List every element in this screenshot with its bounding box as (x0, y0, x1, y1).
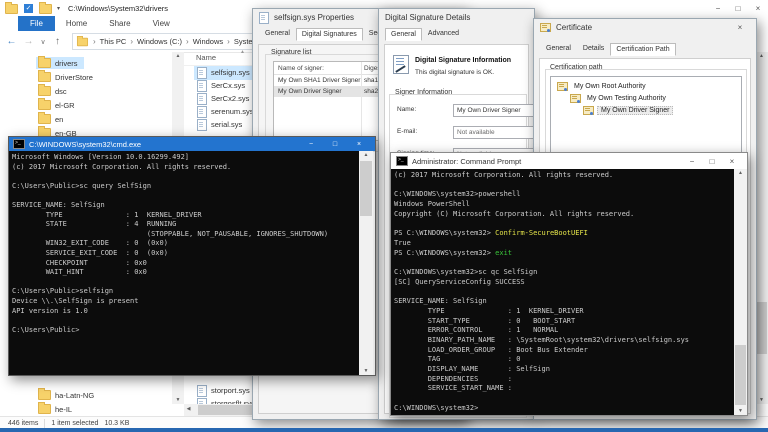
admin-cmd-titlebar[interactable]: Administrator: Command Prompt − □ × (391, 153, 747, 170)
signature-details-tabs: GeneralAdvanced (379, 26, 534, 40)
properties-tab[interactable]: General (259, 27, 296, 40)
breadcrumb-segment[interactable]: Windows (182, 37, 223, 46)
cert-tree-item[interactable]: My Own Root Authority (551, 80, 741, 92)
tree-folder-item[interactable]: drivers (0, 56, 172, 70)
ribbon-tab[interactable]: View (142, 19, 181, 28)
admin-minimize-button[interactable]: − (682, 157, 702, 166)
explorer-close-button[interactable]: × (748, 4, 768, 13)
admin-cmd-title: Administrator: Command Prompt (412, 157, 521, 166)
ribbon-tab[interactable]: Share (98, 19, 141, 28)
admin-cmd-window: Administrator: Command Prompt − □ × (c) … (390, 152, 748, 416)
certificate-title: Certificate (556, 23, 592, 32)
desktop: ▾ C:\Windows\System32\drivers − □ × File… (0, 0, 768, 432)
cert-tree-items: My Own Root Authority My Own Testing Aut… (551, 77, 741, 116)
certificate-tab[interactable]: General (540, 42, 577, 55)
signature-icon (393, 55, 409, 74)
cmd-maximize-button[interactable]: □ (323, 141, 347, 148)
properties-dialog-title: selfsign.sys Properties (274, 13, 354, 22)
certificate-icon (570, 94, 581, 103)
admin-maximize-button[interactable]: □ (702, 157, 722, 166)
tree-folder-item[interactable]: el-GR (0, 98, 172, 112)
cmd-window-title: C:\WINDOWS\system32\cmd.exe (29, 140, 141, 149)
quick-access-folder-icon[interactable] (39, 4, 52, 14)
powershell-command: Confirm-SecureBootUEFI (495, 229, 588, 237)
folder-icon (38, 114, 51, 124)
sort-asc-icon: ▲ (240, 49, 245, 55)
folder-tree-upper: drivers DriverStore dsc el-GR en en-GB (0, 56, 172, 140)
certificate-tab[interactable]: Certification Path (610, 43, 675, 56)
cert-tree-item[interactable]: My Own Driver Signer (551, 104, 741, 116)
system-file-icon (197, 67, 207, 79)
breadcrumb-segment[interactable]: This PC (89, 37, 126, 46)
ribbon-tabs: HomeShareView (55, 19, 181, 28)
certificate-titlebar[interactable]: Certificate × (534, 19, 756, 36)
cmd-icon (13, 139, 25, 149)
admin-close-button[interactable]: × (722, 157, 742, 166)
signature-details-tab[interactable]: Advanced (422, 27, 465, 40)
explorer-app-icon (5, 4, 18, 14)
cmd-console[interactable]: Microsoft Windows [Version 10.0.16299.49… (9, 151, 359, 375)
cmd-window: C:\WINDOWS\system32\cmd.exe − □ × Micros… (8, 136, 376, 376)
cmd-icon (396, 156, 408, 166)
tree-folder-item[interactable]: DriverStore (0, 70, 172, 84)
breadcrumb-segment[interactable]: Windows (C:) (126, 37, 182, 46)
folder-icon (38, 100, 51, 110)
admin-scrollbar[interactable]: ▲ ▼ (734, 169, 747, 415)
tree-folder-item[interactable]: en (0, 112, 172, 126)
tree-folder-item[interactable]: ha-Latn-NG (0, 388, 172, 402)
address-folder-icon (77, 37, 88, 46)
folder-icon (38, 86, 51, 96)
cmd-scrollbar[interactable]: ▲ ▼ (359, 151, 373, 375)
signature-details-title: Digital Signature Details (385, 13, 470, 22)
tree-folder-item[interactable]: he-IL (0, 402, 172, 416)
signature-info-heading: Digital Signature Information (415, 57, 511, 64)
system-file-icon (197, 80, 207, 92)
explorer-minimize-button[interactable]: − (708, 4, 728, 13)
folder-icon (38, 72, 51, 82)
folder-tree-lower: ha-Latn-NG he-IL (0, 388, 172, 416)
status-item-count: 446 items (8, 420, 38, 427)
cmd-close-button[interactable]: × (347, 141, 371, 148)
taskbar[interactable] (0, 428, 768, 432)
explorer-window-title: C:\Windows\System32\drivers (68, 4, 168, 13)
forward-icon[interactable]: → (20, 36, 37, 47)
up-icon[interactable]: ↑ (49, 36, 66, 47)
certificate-tab[interactable]: Details (577, 42, 610, 55)
tree-folder-item[interactable]: dsc (0, 84, 172, 98)
breadcrumb: This PCWindows (C:)WindowsSystem32 (89, 37, 267, 46)
qat-dropdown-icon[interactable]: ▾ (57, 5, 60, 12)
properties-tab[interactable]: Digital Signatures (296, 28, 363, 41)
ribbon-file-tab[interactable]: File (18, 16, 55, 31)
ribbon-tab[interactable]: Home (55, 19, 98, 28)
certificate-tabs: GeneralDetailsCertification Path (534, 41, 756, 55)
certificate-icon (540, 23, 551, 32)
cmd-titlebar[interactable]: C:\WINDOWS\system32\cmd.exe − □ × (9, 137, 375, 151)
status-size: 10.3 KB (104, 420, 129, 427)
history-dropdown-icon[interactable]: ∨ (37, 38, 49, 46)
explorer-maximize-button[interactable]: □ (728, 4, 748, 13)
admin-console[interactable]: (c) 2017 Microsoft Corporation. All righ… (391, 169, 734, 415)
cert-tree-item[interactable]: My Own Testing Authority (551, 92, 741, 104)
system-file-icon (197, 119, 207, 131)
folder-icon (38, 58, 51, 68)
signature-details-tab[interactable]: General (385, 28, 422, 41)
properties-file-icon (259, 12, 269, 24)
system-file-icon (197, 385, 207, 397)
cmd-console-text: Microsoft Windows [Version 10.0.16299.49… (9, 151, 359, 335)
status-selected: 1 item selected (51, 420, 98, 427)
folder-icon (38, 390, 51, 400)
signature-details-titlebar[interactable]: Digital Signature Details (379, 9, 534, 26)
certificate-close-button[interactable]: × (730, 23, 750, 32)
powershell-keyword: exit (495, 249, 512, 257)
certificate-icon (557, 82, 568, 91)
admin-console-text: (c) 2017 Microsoft Corporation. All righ… (391, 169, 734, 414)
system-file-icon (197, 93, 207, 105)
signature-ok-text: This digital signature is OK. (415, 69, 494, 76)
folder-icon (38, 404, 51, 414)
system-file-icon (197, 106, 207, 118)
cmd-minimize-button[interactable]: − (299, 141, 323, 148)
quick-access-check-icon[interactable] (24, 4, 33, 13)
back-icon[interactable]: ← (3, 36, 20, 47)
certificate-icon (583, 106, 594, 115)
